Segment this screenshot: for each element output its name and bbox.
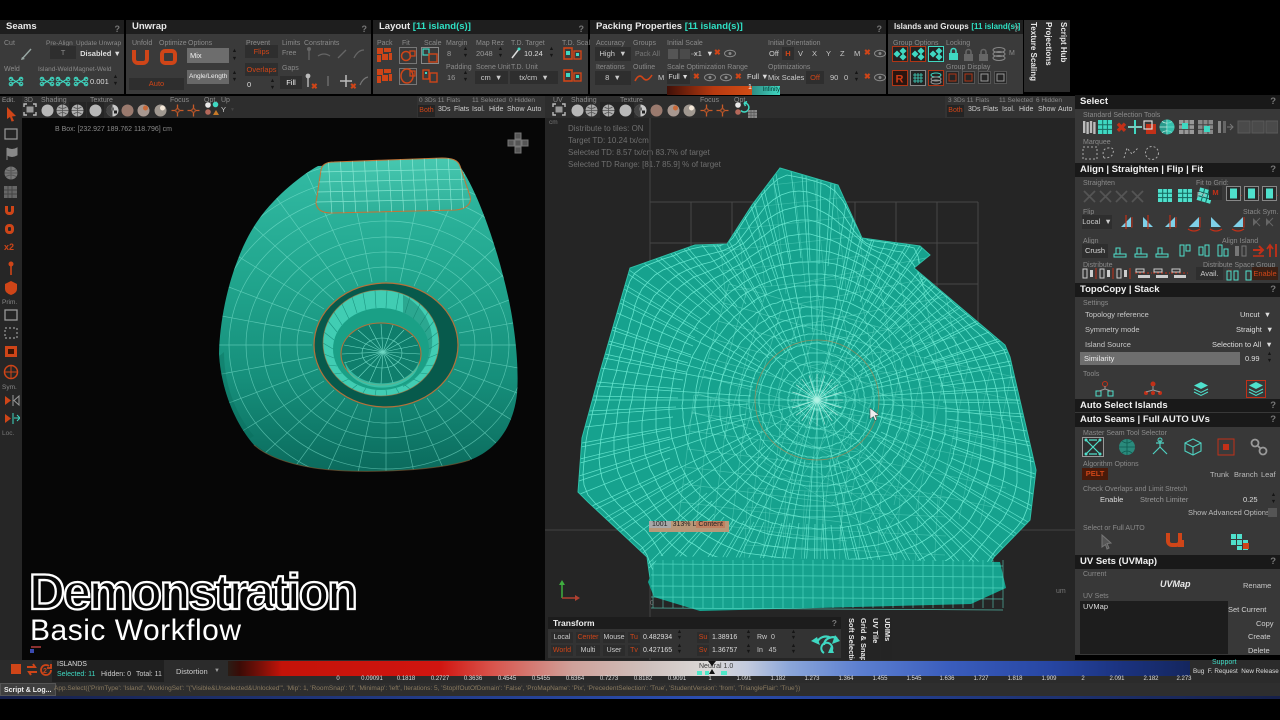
- svg-text:+: +: [1277, 193, 1279, 200]
- svg-text:✖: ✖: [350, 82, 357, 90]
- svg-text:+: +: [1259, 193, 1261, 200]
- svg-text:✖: ✖: [311, 82, 318, 90]
- svg-text:R: R: [896, 74, 904, 86]
- svg-text:2: 2: [43, 668, 47, 675]
- svg-text:+: +: [1241, 193, 1243, 200]
- svg-text:↔: ↔: [1227, 267, 1233, 273]
- svg-text:✖: ✖: [1116, 120, 1127, 135]
